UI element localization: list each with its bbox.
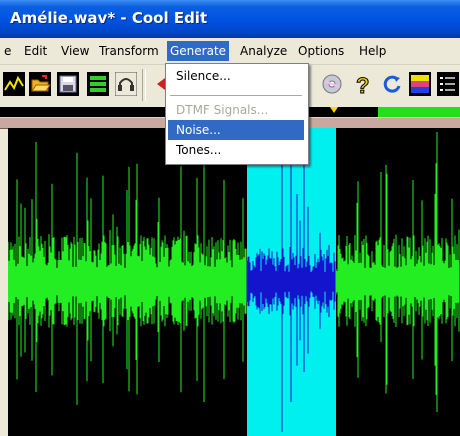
save-icon [57,72,79,96]
waveform-left [8,132,247,405]
menu-edit[interactable]: Edit [24,42,47,60]
display-options-icon [437,72,459,96]
waveform-tool-icon [3,72,25,96]
multitrack-button[interactable] [84,69,112,99]
waveform-tool-button[interactable] [0,69,28,99]
visible-range-indicator[interactable] [378,107,460,117]
loop-icon [383,75,401,93]
generate-menu: Silence... DTMF Signals... Noise... Tone… [165,63,309,165]
help-icon: ? [356,73,370,97]
menu-help[interactable]: Help [359,42,386,60]
menu-item-noise[interactable]: Noise... [168,120,304,140]
menu-generate[interactable]: Generate [167,41,230,61]
menu-file[interactable]: e [4,42,11,60]
cool-edit-window: Amélie.wav* - Cool Edit e Edit View Tran… [0,0,460,436]
menu-transform[interactable]: Transform [99,42,159,60]
menu-view[interactable]: View [61,42,89,60]
spectral-icon [409,72,431,96]
multitrack-icon [87,72,109,96]
menu-analyze[interactable]: Analyze [240,42,287,60]
rewind-button[interactable] [148,69,165,99]
open-folder-icon [29,72,51,96]
title-bar: Amélie.wav* - Cool Edit [0,0,460,38]
playhead-marker [330,107,338,113]
menu-bar: e Edit View Transform Generate Analyze O… [0,38,460,65]
headphones-icon [115,72,137,96]
waveform-canvas[interactable] [8,128,460,436]
open-button[interactable] [26,69,54,99]
menu-options[interactable]: Options [298,42,344,60]
toolbar-separator [142,69,146,101]
loop-button[interactable] [378,69,406,99]
menu-separator [170,95,302,96]
waveform-right [335,132,460,412]
cd-icon [322,74,342,94]
waveform-display[interactable] [8,128,460,436]
help-button[interactable]: ? [349,69,377,99]
cd-button[interactable] [318,69,346,99]
spectral-button[interactable] [406,69,434,99]
svg-text:?: ? [356,73,369,96]
display-options-button[interactable] [434,69,460,99]
menu-item-dtmf-signals: DTMF Signals... [176,103,269,117]
headphones-button[interactable] [112,69,140,99]
menu-item-tones[interactable]: Tones... [168,140,304,160]
menu-item-silence[interactable]: Silence... [168,66,304,86]
window-title: Amélie.wav* - Cool Edit [10,9,208,27]
save-button[interactable] [54,69,82,99]
